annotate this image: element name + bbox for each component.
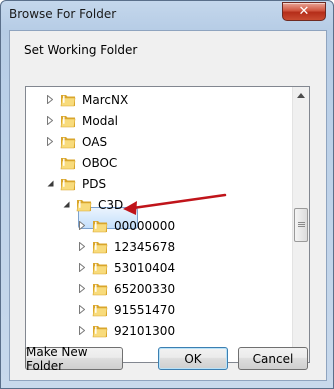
tree-item-label: 92101300 <box>114 323 176 338</box>
folder-icon <box>92 219 108 233</box>
tree-item[interactable]: PDS <box>44 173 106 194</box>
folder-icon <box>92 282 108 296</box>
tree-item-label: OBOC <box>82 155 118 170</box>
expand-arrow-icon[interactable] <box>76 220 88 232</box>
dialog-title: Browse For Folder <box>9 7 117 21</box>
tree-item-label: 12345678 <box>114 239 176 254</box>
tree-item-label: OAS <box>82 134 108 149</box>
folder-icon <box>92 303 108 317</box>
prompt-label: Set Working Folder <box>24 43 138 57</box>
no-expander <box>44 157 56 169</box>
tree-item-label: Modal <box>82 113 118 128</box>
expand-arrow-icon[interactable] <box>44 94 56 106</box>
tree-item-label: PDS <box>82 176 107 191</box>
close-button[interactable]: ✕ <box>282 2 326 21</box>
folder-icon <box>92 240 108 254</box>
expand-arrow-icon[interactable] <box>76 262 88 274</box>
tree-item[interactable]: 92101300 <box>76 320 175 341</box>
tree-item[interactable]: OBOC <box>44 152 117 173</box>
tree-item-label: 65200330 <box>114 281 176 296</box>
tree-item[interactable]: Modal <box>44 110 118 131</box>
red-arrow-annotation <box>123 193 227 215</box>
collapse-arrow-icon[interactable] <box>44 178 56 190</box>
cancel-button[interactable]: Cancel <box>238 347 308 370</box>
folder-tree[interactable]: MarcNX Modal OAS OBOC PDS C3D 00000000 12345678… <box>25 86 310 363</box>
ok-button[interactable]: OK <box>158 347 228 370</box>
tree-item-label: 91551470 <box>114 302 176 317</box>
vertical-scrollbar[interactable] <box>292 87 309 362</box>
expand-arrow-icon[interactable] <box>76 304 88 316</box>
folder-icon <box>60 93 76 107</box>
tree-item[interactable]: MarcNX <box>44 89 128 110</box>
tree-item[interactable]: 53010404 <box>76 257 175 278</box>
tree-item-label: MarcNX <box>82 92 129 107</box>
scrollbar-thumb[interactable] <box>294 208 308 242</box>
collapse-arrow-icon[interactable] <box>60 199 72 211</box>
tree-item-label: 53010404 <box>114 260 176 275</box>
expand-arrow-icon[interactable] <box>76 241 88 253</box>
folder-icon <box>60 114 76 128</box>
folder-icon <box>60 135 76 149</box>
expand-arrow-icon[interactable] <box>76 325 88 337</box>
scroll-up-button[interactable] <box>293 87 309 104</box>
make-new-folder-button[interactable]: Make New Folder <box>25 345 123 373</box>
tree-item[interactable]: C3D <box>60 194 123 215</box>
expand-arrow-icon[interactable] <box>44 136 56 148</box>
tree-item-label: C3D <box>98 197 124 212</box>
folder-icon <box>92 261 108 275</box>
expand-arrow-icon[interactable] <box>44 115 56 127</box>
folder-icon <box>76 198 92 212</box>
scroll-up-icon <box>297 93 305 98</box>
tree-item[interactable]: 12345678 <box>76 236 175 257</box>
browse-for-folder-dialog: Browse For Folder ✕ Set Working Folder M… <box>0 0 334 389</box>
folder-icon <box>92 324 108 338</box>
expand-arrow-icon[interactable] <box>76 283 88 295</box>
folder-icon <box>60 177 76 191</box>
tree-item[interactable]: 91551470 <box>76 299 175 320</box>
tree-item[interactable]: 65200330 <box>76 278 175 299</box>
folder-icon <box>60 156 76 170</box>
tree-item[interactable]: OAS <box>44 131 107 152</box>
